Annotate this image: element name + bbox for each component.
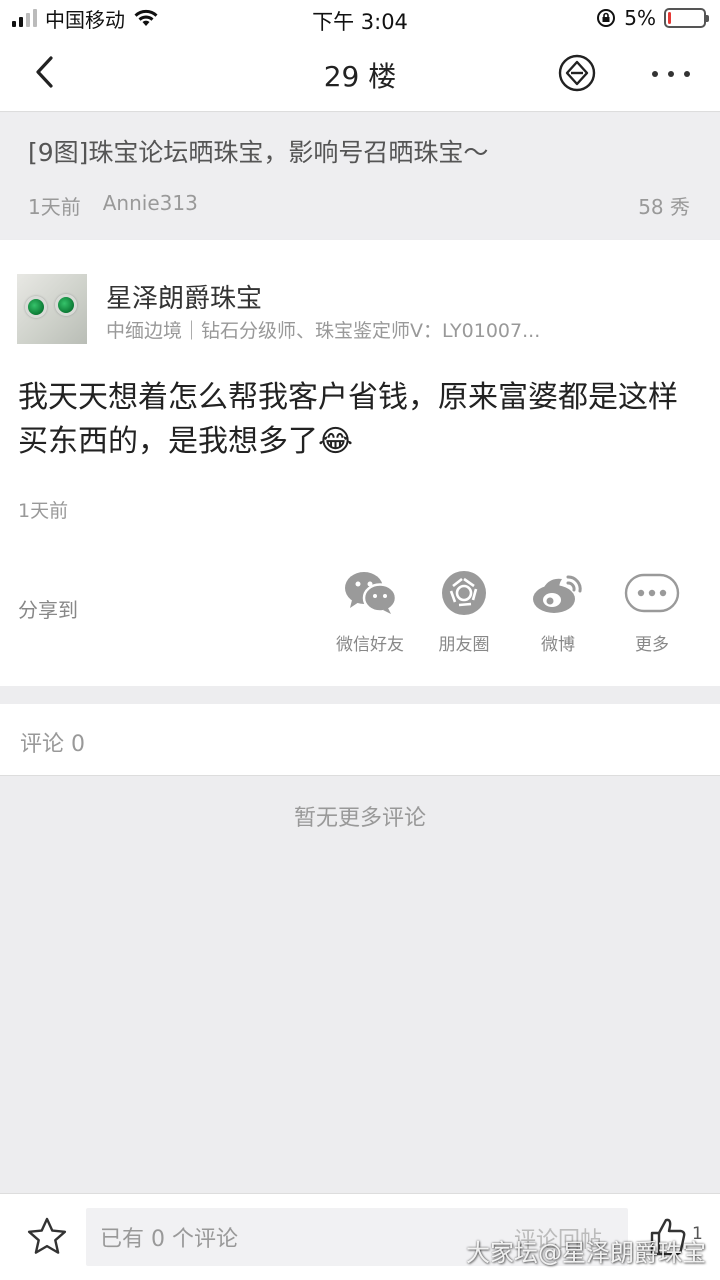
comments-header: 评论 0 [0,704,720,776]
thread-author[interactable]: Annie313 [103,191,198,220]
comments-count: 评论 0 [20,732,85,757]
like-button[interactable] [648,1214,688,1258]
share-moments-label: 朋友圈 [438,635,490,655]
no-more-comments: 暂无更多评论 [293,806,426,831]
post-card: 星泽朗爵珠宝 中缅边境｜钻石分级师、珠宝鉴定师V：LY01007... 我天天想… [0,240,720,686]
more-dots-icon [652,71,658,77]
page-title: 29 楼 [323,60,397,93]
more-button[interactable] [646,56,696,92]
post-time: 1天前 [18,500,69,522]
share-weibo-label: 微博 [541,635,575,655]
diamond-badge-icon [558,54,596,92]
wechat-icon [345,572,398,614]
nav-bar: 29 楼 [0,36,720,112]
post-content: 我天天想着怎么帮我客户省钱，原来富婆都是这样买东西的，是我想多了😂 [18,380,678,459]
avatar-gem-right [55,294,77,316]
rotation-lock-icon [597,9,616,27]
avatar-gem-left [25,296,47,318]
share-moments-button[interactable]: 朋友圈 [414,568,514,658]
share-wechat-button[interactable]: 微信好友 [320,568,420,658]
battery-percent: 5% [624,6,656,30]
bottom-bar: 已有 0 个评论 评论回帖 1 大家坛@星泽朗爵珠宝 [0,1193,720,1280]
favorite-button[interactable] [26,1216,68,1258]
diamond-button[interactable] [557,53,597,93]
chevron-left-icon [36,56,53,88]
star-icon [27,1217,67,1254]
thread-title[interactable]: [9图]珠宝论坛晒珠宝，影响号召晒珠宝～ [28,133,488,169]
moments-icon [442,571,486,615]
battery-level [668,12,671,24]
share-label: 分享到 [18,598,78,622]
thread-header[interactable]: [9图]珠宝论坛晒珠宝，影响号召晒珠宝～ 1天前 Annie313 58 秀 [0,113,720,239]
avatar[interactable] [17,274,87,344]
share-wechat-label: 微信好友 [336,635,404,655]
share-more-label: 更多 [635,635,669,655]
thread-meta: 1天前 Annie313 [28,191,198,220]
author-name[interactable]: 星泽朗爵珠宝 [106,278,262,315]
comment-input-placeholder: 已有 0 个评论 [100,1227,238,1252]
battery-icon [664,8,709,28]
status-bar: 中国移动 下午 3:04 5% [0,0,720,36]
thread-time: 1天前 [28,195,81,219]
weibo-icon [533,575,582,613]
status-right: 5% [596,0,709,36]
back-button[interactable] [22,50,66,94]
thread-views: 58 秀 [638,195,690,219]
share-more-button[interactable]: 更多 [602,568,702,658]
like-count: 1 [692,1224,703,1244]
share-weibo-button[interactable]: 微博 [508,568,608,658]
comment-submit-button[interactable]: 评论回帖 [514,1222,602,1254]
more-icon [624,573,680,613]
thumbs-up-icon [650,1218,686,1256]
author-description: 中缅边境｜钻石分级师、珠宝鉴定师V：LY01007... [106,320,541,342]
